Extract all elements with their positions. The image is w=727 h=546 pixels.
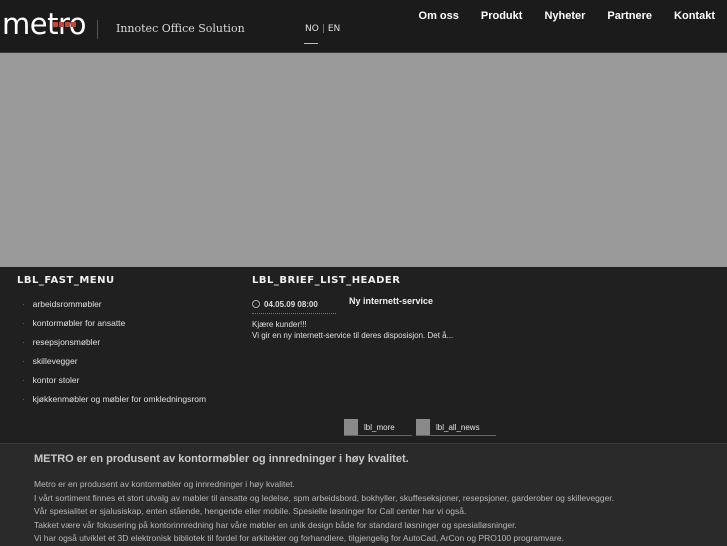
news-headline[interactable]: Ny internett-service	[349, 296, 433, 306]
bullet-icon: ·	[22, 376, 25, 385]
fast-menu-list: · arbeidsrommøbler · kontormøbler for ansa…	[22, 299, 206, 413]
tagline: Innotec Office Solution	[116, 22, 245, 35]
footer: METRO er en produsent av kontormøbler og…	[0, 443, 727, 546]
nav-nyheter[interactable]: Nyheter	[544, 10, 585, 22]
all-news-square-icon	[416, 419, 430, 435]
fast-menu-title: LBL_FAST_MENU	[17, 275, 115, 286]
site-header: metro Innotec Office Solution NO | EN Om o…	[0, 0, 727, 53]
more-button[interactable]: lbl_more	[344, 419, 412, 436]
fast-menu-item[interactable]: · arbeidsrommøbler	[22, 299, 206, 318]
nav-produkt[interactable]: Produkt	[481, 10, 523, 22]
language-switcher: NO | EN	[305, 24, 341, 34]
logo-dots-icon	[53, 12, 77, 27]
footer-text: Metro er en produsent av kontormøbler og…	[34, 479, 615, 543]
lang-no[interactable]: NO	[305, 24, 319, 34]
fast-menu-item[interactable]: · kontor stoler	[22, 375, 206, 394]
content-area: LBL_FAST_MENU · arbeidsrommøbler · kontorm…	[0, 267, 727, 443]
bullet-icon: ·	[22, 357, 25, 366]
nav-om-oss[interactable]: Om oss	[419, 10, 459, 22]
banner-area	[0, 53, 727, 267]
fast-menu-item[interactable]: · skillevegger	[22, 356, 206, 375]
news-body: Kjære kunder!!! Vi gir en ny internett-s…	[252, 320, 454, 340]
bullet-icon: ·	[22, 319, 25, 328]
bullet-icon: ·	[22, 300, 25, 309]
news-date: 04.05.09 08:00	[252, 300, 318, 309]
footer-title: METRO er en produsent av kontormøbler og…	[34, 453, 409, 465]
brief-list-title: LBL_BRIEF_LIST_HEADER	[252, 275, 401, 286]
lang-en[interactable]: EN	[328, 24, 340, 34]
more-square-icon	[344, 419, 358, 435]
nav-partnere[interactable]: Partnere	[607, 10, 652, 22]
active-lang-indicator	[304, 43, 318, 44]
nav-kontakt[interactable]: Kontakt	[674, 10, 715, 22]
logo-divider	[97, 20, 98, 39]
fast-menu-item[interactable]: · kjøkkenmøbler og møbler for omklednings…	[22, 394, 206, 413]
fast-menu-item[interactable]: · resepsjonsmøbler	[22, 337, 206, 356]
bullet-icon: ·	[22, 395, 25, 404]
all-news-button[interactable]: lbl_all_news	[416, 419, 496, 436]
clock-icon	[252, 300, 260, 308]
news-divider	[252, 313, 336, 314]
main-nav: Om oss Produkt Nyheter Partnere Kontakt	[419, 10, 715, 22]
fast-menu-item[interactable]: · kontormøbler for ansatte	[22, 318, 206, 337]
bullet-icon: ·	[22, 338, 25, 347]
